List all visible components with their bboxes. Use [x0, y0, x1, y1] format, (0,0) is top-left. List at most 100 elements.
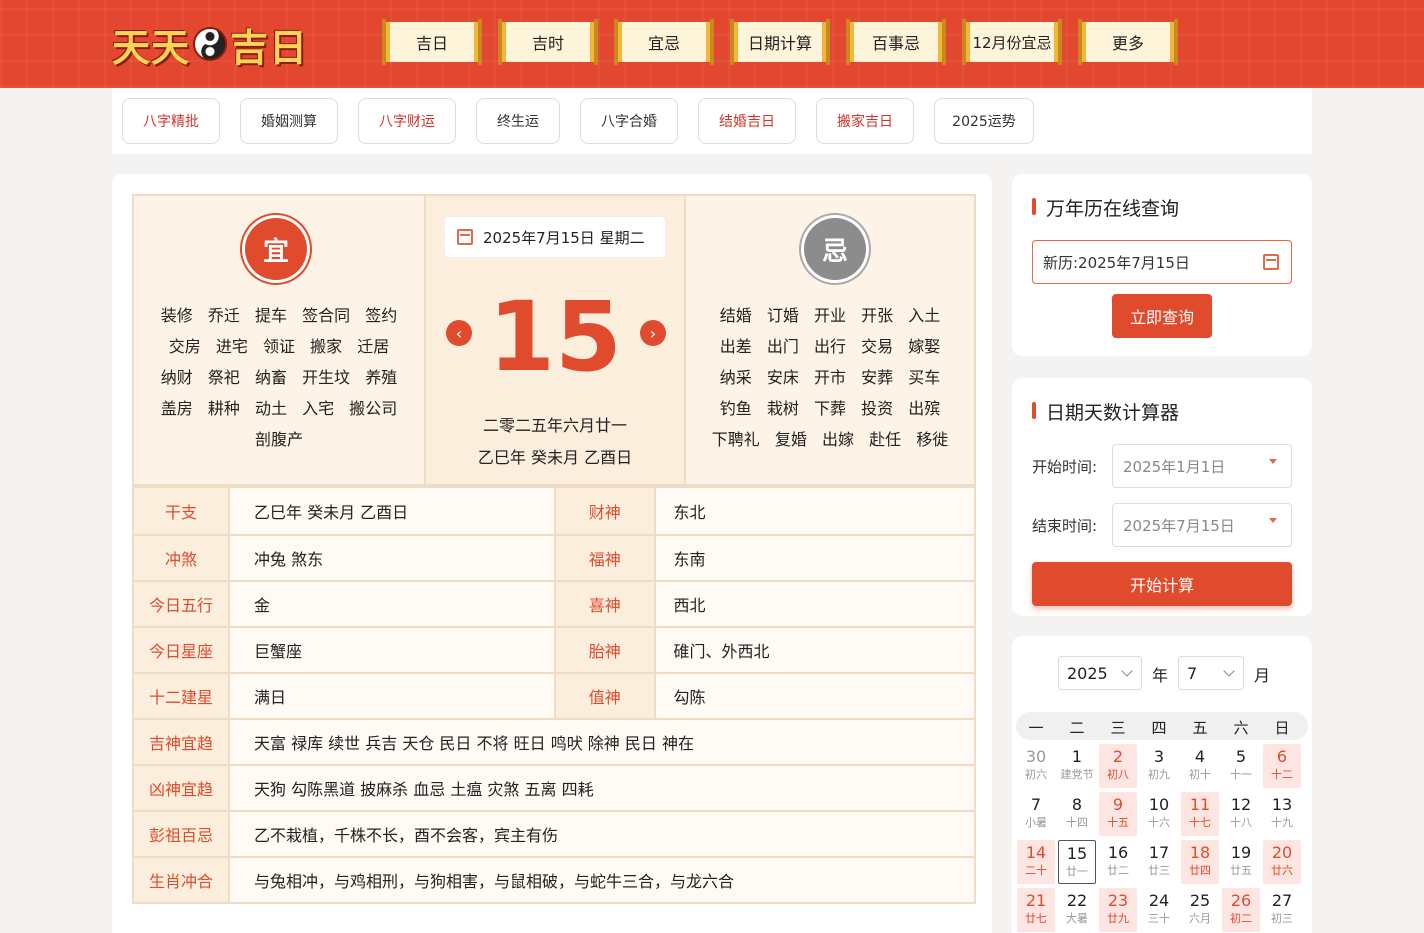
calendar-day[interactable]: 13 十九 — [1263, 792, 1301, 836]
calendar-day[interactable]: 12 十八 — [1222, 792, 1260, 836]
ji-item[interactable]: 出门 — [767, 337, 799, 356]
yi-item[interactable]: 剖腹产 — [255, 430, 303, 449]
yi-item[interactable]: 入宅 — [302, 399, 334, 418]
link-bazi-match[interactable]: 八字合婚 — [580, 98, 678, 144]
yi-item[interactable]: 迁居 — [357, 337, 389, 356]
yi-item[interactable]: 耕种 — [208, 399, 240, 418]
calendar-day[interactable]: 11 十七 — [1181, 792, 1219, 836]
month-select[interactable]: 7 — [1178, 656, 1244, 690]
calendar-day[interactable]: 17 廿三 — [1140, 840, 1178, 884]
ji-item[interactable]: 买车 — [908, 368, 940, 387]
calendar-day[interactable]: 25 六月 — [1181, 888, 1219, 932]
ji-item[interactable]: 嫁娶 — [908, 337, 940, 356]
calendar-day[interactable]: 16 廿二 — [1099, 840, 1137, 884]
calendar-day[interactable]: 23 廿九 — [1099, 888, 1137, 932]
link-bazi-wealth[interactable]: 八字财运 — [358, 98, 456, 144]
query-button[interactable]: 立即查询 — [1112, 294, 1212, 338]
calendar-day[interactable]: 10 十六 — [1140, 792, 1178, 836]
day-lunar: 建党节 — [1060, 768, 1094, 781]
link-lifetime-fortune[interactable]: 终生运 — [476, 98, 560, 144]
ji-item[interactable]: 移徙 — [916, 430, 948, 449]
ji-item[interactable]: 开张 — [861, 306, 893, 325]
calendar-day[interactable]: 9 十五 — [1099, 792, 1137, 836]
query-date-input[interactable]: 新历:2025年7月15日 — [1032, 240, 1292, 284]
yi-item[interactable]: 进宅 — [216, 337, 248, 356]
next-day-button[interactable]: › — [640, 320, 666, 346]
calendar-day[interactable]: 6 十二 — [1263, 744, 1301, 788]
calendar-day[interactable]: 1 建党节 — [1058, 744, 1096, 788]
calendar-day[interactable]: 30 初六 — [1017, 744, 1055, 788]
ji-item[interactable]: 入土 — [908, 306, 940, 325]
yi-item[interactable]: 纳财 — [161, 368, 193, 387]
ji-item[interactable]: 栽树 — [767, 399, 799, 418]
nav-date-calc[interactable]: 日期计算 — [730, 19, 830, 65]
link-moving-date[interactable]: 搬家吉日 — [816, 98, 914, 144]
calendar-day[interactable]: 27 初三 — [1263, 888, 1301, 932]
yi-item[interactable]: 搬公司 — [349, 399, 397, 418]
nav-baishiji[interactable]: 百事忌 — [846, 19, 946, 65]
link-wedding-date[interactable]: 结婚吉日 — [698, 98, 796, 144]
yi-item[interactable]: 纳畜 — [255, 368, 287, 387]
calendar-day[interactable]: 7 小暑 — [1017, 792, 1055, 836]
ji-item[interactable]: 赴任 — [869, 430, 901, 449]
ji-item[interactable]: 出嫁 — [822, 430, 854, 449]
yi-item[interactable]: 装修 — [161, 306, 193, 325]
year-select[interactable]: 2025 — [1058, 656, 1142, 690]
ji-item[interactable]: 出差 — [720, 337, 752, 356]
calculate-button[interactable]: 开始计算 — [1032, 562, 1292, 606]
yi-item[interactable]: 领证 — [263, 337, 295, 356]
yi-item[interactable]: 动土 — [255, 399, 287, 418]
date-picker[interactable]: 2025年7月15日 星期二 — [444, 216, 666, 258]
nav-yiji[interactable]: 宜忌 — [614, 19, 714, 65]
link-marriage-test[interactable]: 婚姻测算 — [240, 98, 338, 144]
yi-item[interactable]: 签约 — [365, 306, 397, 325]
link-2025-fortune[interactable]: 2025运势 — [934, 98, 1034, 144]
ji-item[interactable]: 钓鱼 — [720, 399, 752, 418]
ji-item[interactable]: 结婚 — [720, 306, 752, 325]
ji-item[interactable]: 交易 — [861, 337, 893, 356]
calendar-day[interactable]: 21 廿七 — [1017, 888, 1055, 932]
calendar-day[interactable]: 18 廿四 — [1181, 840, 1219, 884]
calendar-day[interactable]: 15 廿一 — [1058, 840, 1096, 884]
ji-item[interactable]: 复婚 — [775, 430, 807, 449]
nav-more[interactable]: 更多 — [1078, 19, 1178, 65]
calendar-day[interactable]: 4 初十 — [1181, 744, 1219, 788]
yi-item[interactable]: 签合同 — [302, 306, 350, 325]
ji-item[interactable]: 订婚 — [767, 306, 799, 325]
ji-item[interactable]: 下葬 — [814, 399, 846, 418]
calendar-day[interactable]: 20 廿六 — [1263, 840, 1301, 884]
link-bazi-jingpi[interactable]: 八字精批 — [122, 98, 220, 144]
end-date-select[interactable]: 2025年7月15日 — [1112, 503, 1292, 547]
ji-item[interactable]: 安葬 — [861, 368, 893, 387]
calendar-day[interactable]: 8 十四 — [1058, 792, 1096, 836]
ji-item[interactable]: 开业 — [814, 306, 846, 325]
calendar-day[interactable]: 19 廿五 — [1222, 840, 1260, 884]
start-date-select[interactable]: 2025年1月1日 — [1112, 444, 1292, 488]
nav-month-yiji[interactable]: 12月份宜忌 — [962, 19, 1062, 65]
calendar-day[interactable]: 24 三十 — [1140, 888, 1178, 932]
yi-item[interactable]: 盖房 — [161, 399, 193, 418]
yi-item[interactable]: 提车 — [255, 306, 287, 325]
calendar-day[interactable]: 22 大暑 — [1058, 888, 1096, 932]
yi-item[interactable]: 搬家 — [310, 337, 342, 356]
nav-jiri[interactable]: 吉日 — [382, 19, 482, 65]
ji-item[interactable]: 出行 — [814, 337, 846, 356]
nav-jishi[interactable]: 吉时 — [498, 19, 598, 65]
ji-item[interactable]: 下聘礼 — [712, 430, 760, 449]
site-logo[interactable]: 天天 吉日 — [112, 20, 308, 70]
ji-item[interactable]: 安床 — [767, 368, 799, 387]
calendar-day[interactable]: 5 十一 — [1222, 744, 1260, 788]
ji-item[interactable]: 开市 — [814, 368, 846, 387]
calendar-day[interactable]: 3 初九 — [1140, 744, 1178, 788]
yi-item[interactable]: 开生坟 — [302, 368, 350, 387]
yi-item[interactable]: 养殖 — [365, 368, 397, 387]
calendar-day[interactable]: 14 二十 — [1017, 840, 1055, 884]
calendar-day[interactable]: 26 初二 — [1222, 888, 1260, 932]
calendar-day[interactable]: 2 初八 — [1099, 744, 1137, 788]
yi-item[interactable]: 乔迁 — [208, 306, 240, 325]
ji-item[interactable]: 纳采 — [720, 368, 752, 387]
yi-item[interactable]: 祭祀 — [208, 368, 240, 387]
ji-item[interactable]: 出殡 — [908, 399, 940, 418]
ji-item[interactable]: 投资 — [861, 399, 893, 418]
yi-item[interactable]: 交房 — [169, 337, 201, 356]
